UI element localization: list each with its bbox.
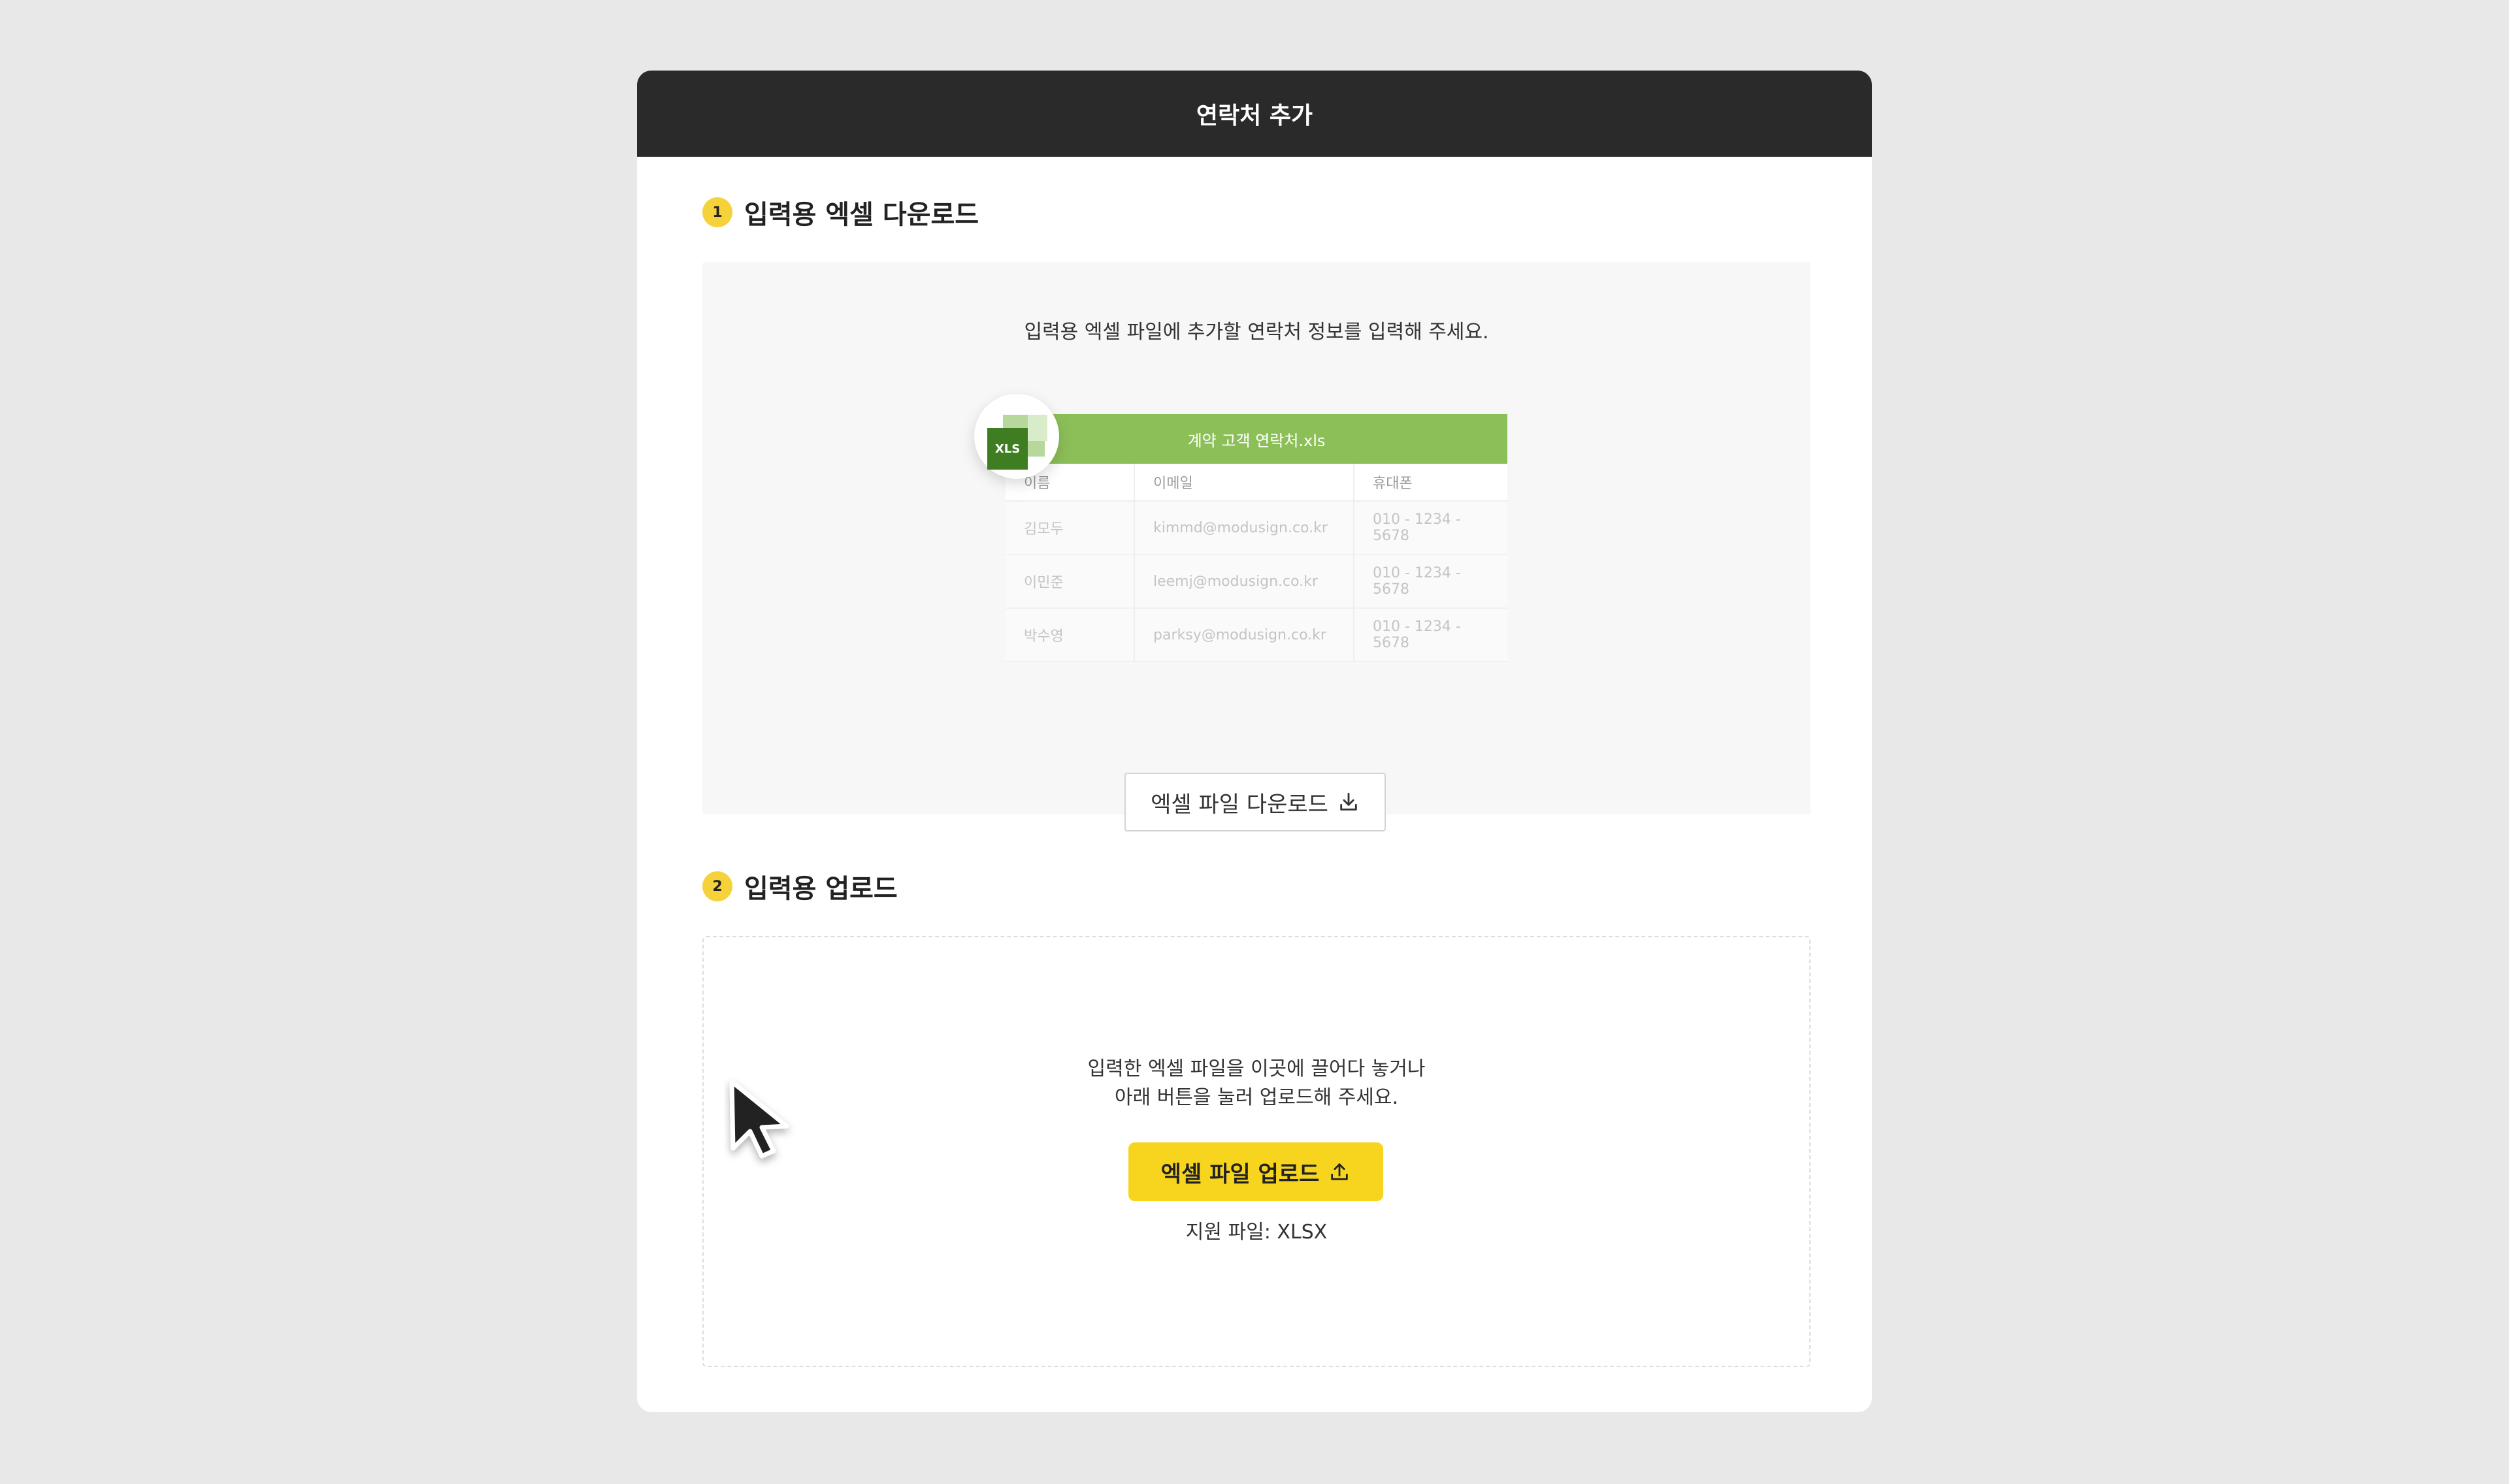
upload-description: 입력한 엑셀 파일을 이곳에 끌어다 놓거나 아래 버튼을 눌러 업로드해 주세… xyxy=(704,1055,1809,1112)
mouse-cursor-icon xyxy=(729,1079,789,1159)
cell-name: 이민준 xyxy=(1006,555,1135,609)
download-icon xyxy=(1340,792,1357,811)
xls-label: XLS xyxy=(987,428,1028,470)
excel-upload-button[interactable]: 엑셀 파일 업로드 xyxy=(1128,1142,1383,1201)
cell-phone: 010 - 1234 - 5678 xyxy=(1354,555,1507,609)
column-header-email: 이메일 xyxy=(1134,464,1354,502)
step1-badge: 1 xyxy=(702,197,732,227)
modal-title: 연락처 추가 xyxy=(1196,103,1313,129)
download-panel: 입력용 엑셀 파일에 추가할 연락처 정보를 입력해 주세요. 계약 고객 연락… xyxy=(702,262,1811,831)
excel-file-name: 계약 고객 연락처.xls xyxy=(1006,414,1507,464)
cell-phone: 010 - 1234 - 5678 xyxy=(1354,608,1507,662)
step1-title: 입력용 엑셀 다운로드 xyxy=(744,200,979,230)
cell-name: 김모두 xyxy=(1006,501,1135,555)
modal-header: 연락처 추가 xyxy=(637,71,1872,157)
step1-heading: 1 입력용 엑셀 다운로드 xyxy=(702,193,979,231)
supported-file-types: 지원 파일: XLSX xyxy=(1185,1221,1328,1244)
cell-email: kimmd@modusign.co.kr xyxy=(1134,501,1354,555)
table-row: 박수영 parksy@modusign.co.kr 010 - 1234 - 5… xyxy=(1006,608,1507,662)
excel-preview-table: 이름 이메일 휴대폰 김모두 kimmd@modusign.co.kr 010 … xyxy=(1006,464,1507,662)
download-button-label: 엑셀 파일 다운로드 xyxy=(1151,791,1328,818)
xls-file-icon: XLS xyxy=(974,394,1059,479)
table-row: 이민준 leemj@modusign.co.kr 010 - 1234 - 56… xyxy=(1006,555,1507,609)
excel-preview: 계약 고객 연락처.xls 이름 이메일 휴대폰 김모두 kimmd@modus… xyxy=(1006,414,1507,665)
table-header-row: 이름 이메일 휴대폰 xyxy=(1006,464,1507,502)
step2-badge: 2 xyxy=(702,871,732,901)
cell-name: 박수영 xyxy=(1006,608,1135,662)
upload-icon xyxy=(1331,1163,1349,1180)
upload-button-label: 엑셀 파일 업로드 xyxy=(1160,1161,1320,1187)
upload-description-line2: 아래 버튼을 눌러 업로드해 주세요. xyxy=(1114,1086,1399,1109)
cell-phone: 010 - 1234 - 5678 xyxy=(1354,501,1507,555)
excel-download-button[interactable]: 엑셀 파일 다운로드 xyxy=(1124,773,1386,831)
download-description: 입력용 엑셀 파일에 추가할 연락처 정보를 입력해 주세요. xyxy=(1024,321,1489,344)
step2-heading: 2 입력용 업로드 xyxy=(702,867,898,905)
file-drop-zone[interactable]: 입력한 엑셀 파일을 이곳에 끌어다 놓거나 아래 버튼을 눌러 업로드해 주세… xyxy=(702,936,1811,1367)
upload-description-line1: 입력한 엑셀 파일을 이곳에 끌어다 놓거나 xyxy=(1087,1057,1426,1080)
column-header-phone: 휴대폰 xyxy=(1354,464,1507,502)
add-contact-modal: 연락처 추가 1 입력용 엑셀 다운로드 입력용 엑셀 파일에 추가할 연락처 … xyxy=(637,71,1872,1412)
table-row: 김모두 kimmd@modusign.co.kr 010 - 1234 - 56… xyxy=(1006,501,1507,555)
step2-title: 입력용 업로드 xyxy=(744,874,898,904)
cell-email: parksy@modusign.co.kr xyxy=(1134,608,1354,662)
cell-email: leemj@modusign.co.kr xyxy=(1134,555,1354,609)
